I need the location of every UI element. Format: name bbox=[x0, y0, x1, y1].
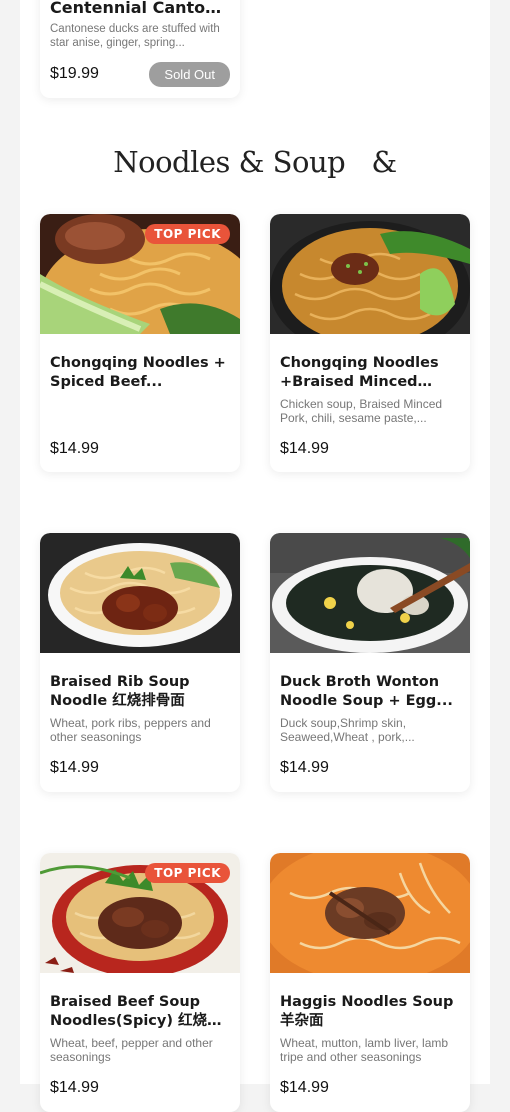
item-description: Chicken soup, Braised Minced Pork, chili… bbox=[280, 397, 443, 425]
section-title-suffix: & bbox=[371, 145, 397, 179]
section-title-text: Noodles & Soup bbox=[113, 145, 346, 179]
menu-item-card[interactable]: Haggis Noodles Soup 羊杂面 Wheat, mutton, l… bbox=[270, 853, 470, 1112]
wonton-soup-image bbox=[270, 533, 470, 653]
item-name: Braised Beef Soup Noodles(Spicy) 红烧牛肉面 bbox=[50, 994, 222, 1029]
menu-item-card[interactable]: Duck Broth Wonton Noodle Soup + Egg... D… bbox=[270, 533, 470, 792]
item-description: Wheat, pork ribs, peppers and other seas… bbox=[50, 716, 211, 744]
item-price: $14.99 bbox=[50, 440, 99, 457]
item-name: Chongqing Noodles + Spiced Beef... bbox=[50, 355, 226, 390]
item-price: $14.99 bbox=[50, 759, 99, 776]
beef-soup-noodle-image: TOP PICK bbox=[40, 853, 240, 973]
noodles-minced-pork-image bbox=[270, 214, 470, 334]
menu-item-card[interactable]: TOP PICK Chongqing Noodles + Spiced Beef… bbox=[40, 214, 240, 472]
item-price: $14.99 bbox=[280, 1079, 329, 1096]
item-description: Cantonese ducks are stuffed with star an… bbox=[50, 23, 220, 49]
sold-out-badge: Sold Out bbox=[149, 62, 230, 87]
menu-item-card[interactable]: TOP PICK Braised Beef Soup Noodles(Spicy… bbox=[40, 853, 240, 1112]
top-pick-badge: TOP PICK bbox=[145, 224, 230, 244]
noodles-beef-image: TOP PICK bbox=[40, 214, 240, 334]
section-title: Noodles & Soup & bbox=[20, 145, 490, 179]
rib-soup-noodle-image bbox=[40, 533, 240, 653]
menu-page: Centennial Cantones... Cantonese ducks a… bbox=[20, 0, 490, 1112]
item-price: $14.99 bbox=[50, 1079, 99, 1096]
menu-item-card[interactable]: Braised Rib Soup Noodle 红烧排骨面 Wheat, por… bbox=[40, 533, 240, 792]
top-pick-badge: TOP PICK bbox=[145, 863, 230, 883]
item-price: $14.99 bbox=[280, 440, 329, 457]
item-name: Haggis Noodles Soup 羊杂面 bbox=[280, 994, 454, 1029]
item-name: Duck Broth Wonton Noodle Soup + Egg... bbox=[280, 674, 453, 709]
menu-item-card[interactable]: Centennial Cantones... Cantonese ducks a… bbox=[40, 0, 240, 98]
item-description: Duck soup,Shrimp skin, Seaweed,Wheat , p… bbox=[280, 716, 415, 744]
haggis-noodle-image bbox=[270, 853, 470, 973]
menu-item-card[interactable]: Chongqing Noodles +Braised Minced Pork..… bbox=[270, 214, 470, 472]
item-name: Chongqing Noodles +Braised Minced Pork..… bbox=[280, 355, 439, 390]
item-name: Centennial Cantones... bbox=[50, 0, 232, 17]
item-price: $19.99 bbox=[50, 65, 99, 82]
item-description: Wheat, mutton, lamb liver, lamb tripe an… bbox=[280, 1036, 449, 1064]
item-price: $14.99 bbox=[280, 759, 329, 776]
item-name: Braised Rib Soup Noodle 红烧排骨面 bbox=[50, 674, 190, 709]
item-description: Wheat, beef, pepper and other seasonings bbox=[50, 1036, 213, 1064]
